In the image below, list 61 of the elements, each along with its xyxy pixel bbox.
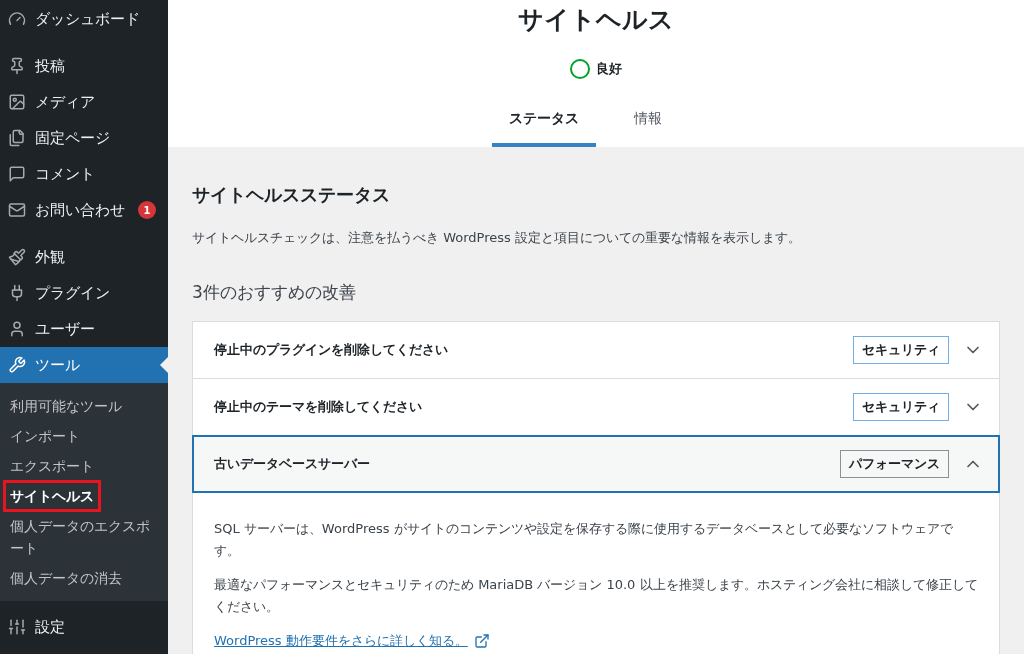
menu-item[interactable]: お問い合わせ 1 <box>0 192 168 228</box>
submenu-item[interactable]: インポート <box>6 423 84 449</box>
brush-icon <box>8 248 26 266</box>
menu-item[interactable]: ツール <box>0 347 168 383</box>
issue-row[interactable]: 停止中のプラグインを削除してください セキュリティ <box>193 322 999 378</box>
menu-item[interactable]: 固定ページ <box>0 120 168 156</box>
count-badge: 1 <box>138 201 156 219</box>
user-icon <box>8 320 26 338</box>
issue-row[interactable]: 停止中のテーマを削除してください セキュリティ <box>193 379 999 435</box>
menu-label: 設定 <box>35 616 65 638</box>
issue-title: 古いデータベースサーバー <box>214 455 371 474</box>
menu-item[interactable]: ダッシュボード <box>0 1 168 37</box>
menu-item[interactable]: コメント <box>0 156 168 192</box>
menu-item[interactable]: プラグイン <box>0 275 168 311</box>
submenu-item[interactable]: エクスポート <box>6 453 98 479</box>
active-pointer-icon <box>160 357 168 373</box>
menu-item[interactable]: 投稿 <box>0 48 168 84</box>
issue-row[interactable]: 古いデータベースサーバー パフォーマンス <box>193 436 999 492</box>
menu-label: 外観 <box>35 246 65 268</box>
category-tag: セキュリティ <box>853 336 949 364</box>
section-heading: サイトヘルスステータス <box>192 183 391 207</box>
category-tag: パフォーマンス <box>840 450 949 478</box>
issue-description: SQL サーバーは、WordPress がサイトのコンテンツや設定を保存する際に使用するデータベースとして必要なソフトウェアです。 <box>214 520 954 560</box>
submenu-item[interactable]: サイトヘルス <box>6 483 98 509</box>
tab[interactable]: ステータス <box>492 94 596 147</box>
settings-icon <box>8 618 26 636</box>
menu-label: ダッシュボード <box>35 8 140 30</box>
requirements-link[interactable]: WordPress 動作要件をさらに詳しく知る。 <box>214 630 490 652</box>
gauge-icon <box>8 10 26 28</box>
status-ring-icon <box>570 58 590 79</box>
external-link-icon <box>473 633 490 649</box>
menu-item[interactable]: メディア <box>0 84 168 120</box>
issue-title: 停止中のプラグインを削除してください <box>214 341 449 360</box>
menu-label: コメント <box>35 163 95 185</box>
wrench-icon <box>8 356 26 374</box>
menu-label: ユーザー <box>35 318 95 340</box>
menu-label: 固定ページ <box>35 127 110 149</box>
submenu-item[interactable]: 利用可能なツール <box>6 393 126 419</box>
issue-description: 最適なパフォーマンスとセキュリティのため MariaDB バージョン 10.0 以上を推奨します。ホスティング会社に相談して修正してください。 <box>214 576 978 616</box>
menu-label: 投稿 <box>35 55 65 77</box>
menu-label: プラグイン <box>35 282 110 304</box>
improvements-heading: 3件のおすすめの改善 <box>192 280 357 304</box>
menu-item[interactable]: 設定 <box>0 609 168 645</box>
pin-icon <box>8 57 26 75</box>
section-description: サイトヘルスチェックは、注意を払うべき WordPress 設定と項目についての重要な情報を表示します。 <box>192 229 802 247</box>
pages-icon <box>8 129 26 147</box>
envelope-icon <box>8 201 26 219</box>
issue-title: 停止中のテーマを削除してください <box>214 398 423 417</box>
menu-label: お問い合わせ <box>35 199 125 221</box>
submenu-item[interactable]: 個人データのエクスポート <box>6 513 162 561</box>
menu-label: ツール <box>35 354 80 376</box>
submenu-item[interactable]: 個人データの消去 <box>6 565 126 591</box>
menu-item[interactable]: 外観 <box>0 239 168 275</box>
menu-item[interactable]: ユーザー <box>0 311 168 347</box>
menu-label: メディア <box>35 91 95 113</box>
status-label: 良好 <box>596 59 622 78</box>
speech-bubble-icon <box>8 165 26 183</box>
category-tag: セキュリティ <box>853 393 949 421</box>
image-icon <box>8 93 26 111</box>
page-title: サイトヘルス <box>518 4 674 36</box>
tab[interactable]: 情報 <box>596 94 700 147</box>
